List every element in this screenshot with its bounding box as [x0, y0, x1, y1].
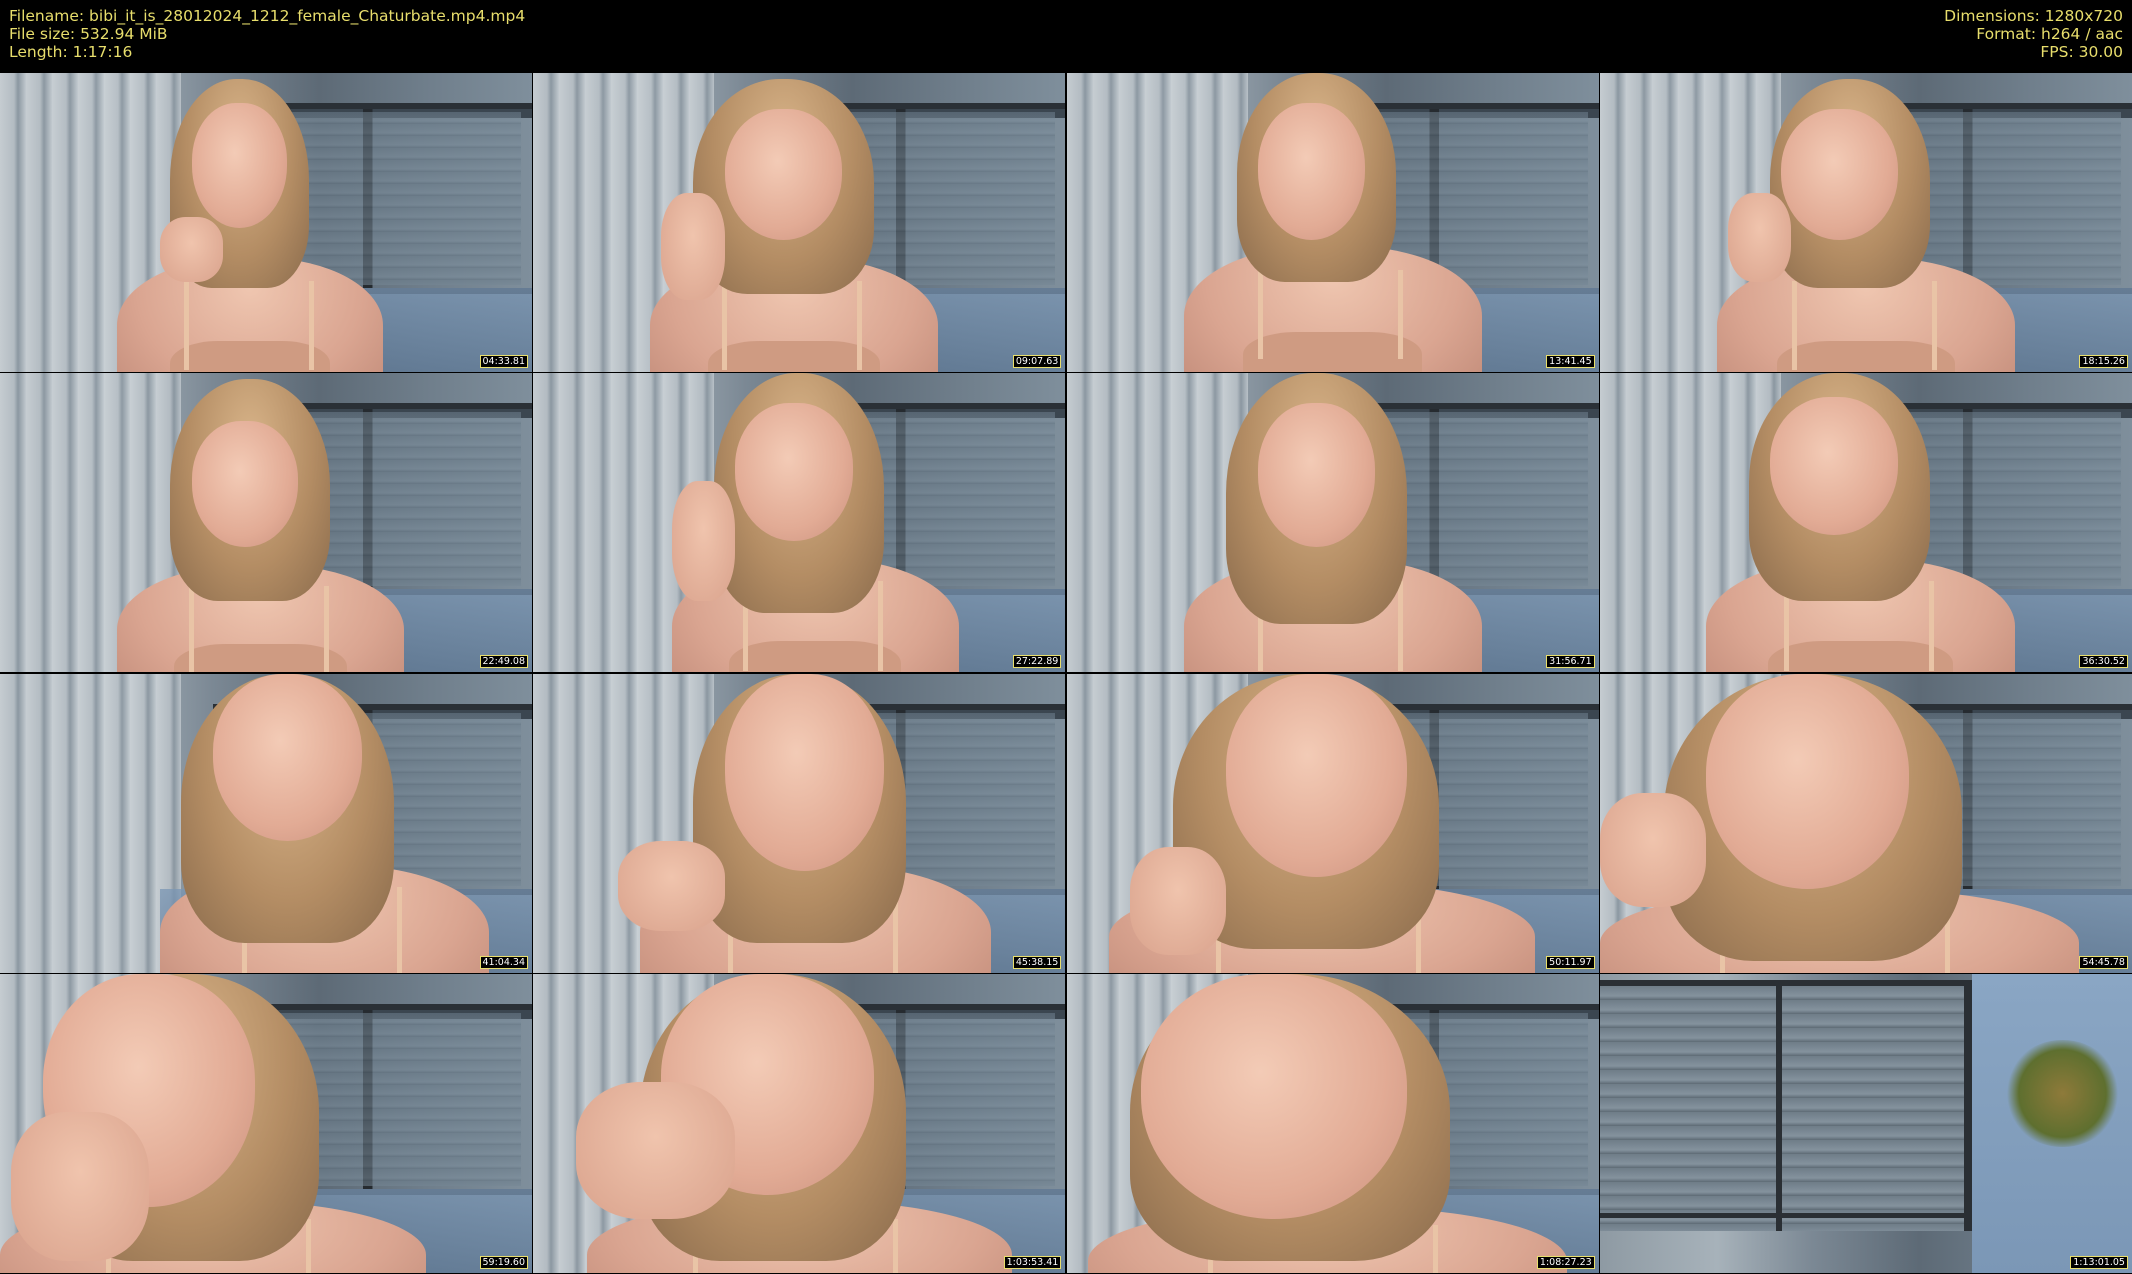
lace-top [1243, 331, 1423, 372]
person-face [1770, 397, 1898, 535]
window-frame [1599, 979, 1973, 1232]
window-sill [1599, 1213, 1973, 1219]
person-hand [1727, 192, 1792, 283]
video-thumbnail: 41:04.34 [0, 673, 532, 973]
file-info: Filename: bibi_it_is_28012024_1212_femal… [9, 7, 525, 61]
top-strap [1931, 280, 1937, 371]
timestamp-label: 54:45.78 [2079, 955, 2128, 969]
top-strap [722, 280, 728, 371]
person-face [724, 673, 885, 871]
lace-top [170, 340, 330, 372]
person-face [212, 673, 362, 842]
timestamp-label: 27:22.89 [1012, 655, 1062, 669]
video-info: Dimensions: 1280x720 Format: h264 / aac … [1944, 7, 2123, 61]
window-mullion [1775, 979, 1782, 1232]
fps-text: FPS: 30.00 [2040, 43, 2123, 61]
top-strap [1928, 581, 1934, 671]
lace-top [1768, 640, 1954, 673]
timestamp-label: 1:08:27.23 [1536, 1255, 1595, 1269]
top-strap [397, 887, 403, 973]
contact-sheet: Filename: bibi_it_is_28012024_1212_femal… [0, 0, 2132, 1274]
video-thumbnail: 45:38.15 [533, 673, 1066, 973]
format-text: Format: h264 / aac [1976, 25, 2123, 43]
top-strap [878, 581, 884, 671]
lace-top [174, 643, 347, 673]
video-thumbnail: 27:22.89 [533, 373, 1066, 673]
top-strap [308, 280, 314, 371]
lace-top [707, 340, 881, 372]
timestamp-label: 45:38.15 [1012, 955, 1062, 969]
lace-top [1776, 340, 1956, 372]
person-face [1706, 673, 1909, 889]
person-hand [618, 841, 725, 931]
timestamp-label: 18:15.26 [2079, 355, 2128, 368]
top-strap [1258, 269, 1264, 360]
filename-text: Filename: bibi_it_is_28012024_1212_femal… [9, 7, 526, 25]
timestamp-label: 41:04.34 [479, 955, 528, 969]
top-strap [188, 586, 194, 673]
video-thumbnail: 1:08:27.23 [1066, 973, 1599, 1273]
top-strap [857, 280, 863, 371]
top-strap [1398, 581, 1404, 671]
person-hand [575, 1081, 736, 1220]
video-thumbnail: 1:03:53.41 [533, 973, 1066, 1273]
person-face [1226, 673, 1408, 877]
video-thumbnail: 13:41.45 [1066, 73, 1599, 372]
video-thumbnail: 22:49.08 [0, 373, 532, 673]
timestamp-label: 1:03:53.41 [1003, 1255, 1062, 1269]
length-text: Length: 1:17:16 [9, 43, 133, 61]
top-strap [1398, 269, 1404, 360]
top-strap [1791, 280, 1797, 371]
person-hand [1599, 793, 1707, 907]
top-strap [892, 1219, 898, 1273]
video-thumbnail: 1:13:01.05 [1599, 973, 2132, 1273]
person-hand [1130, 847, 1227, 955]
top-strap [323, 586, 329, 673]
timestamp-label: 50:11.97 [1546, 955, 1595, 969]
filesize-text: File size: 532.94 MiB [9, 25, 168, 43]
video-thumbnail: 59:19.60 [0, 973, 532, 1273]
timestamp-label: 22:49.08 [479, 655, 528, 669]
thumbnail-grid: 04:33.81 09:07.63 13:41.45 18:15.26 22:49.08… [0, 73, 2132, 1274]
timestamp-label: 31:56.71 [1546, 655, 1595, 669]
lace-top [729, 640, 902, 673]
top-strap [183, 280, 189, 371]
timestamp-label: 36:30.52 [2079, 655, 2128, 669]
top-strap [306, 1219, 312, 1273]
person-face [191, 102, 288, 229]
timestamp-label: 13:41.45 [1546, 355, 1595, 368]
plant [2004, 1039, 2122, 1148]
video-thumbnail: 54:45.78 [1599, 673, 2132, 973]
person-face [724, 108, 842, 241]
video-thumbnail: 18:15.26 [1599, 73, 2132, 372]
video-thumbnail: 04:33.81 [0, 73, 532, 372]
person-face [191, 421, 298, 547]
video-thumbnail: 36:30.52 [1599, 373, 2132, 673]
person-hand [159, 216, 224, 283]
person-face [1258, 102, 1365, 241]
timestamp-label: 1:13:01.05 [2070, 1255, 2128, 1269]
video-thumbnail: 50:11.97 [1066, 673, 1599, 973]
person-face [1780, 108, 1898, 241]
top-strap [1432, 1225, 1438, 1273]
person-face [1258, 403, 1376, 547]
info-header: Filename: bibi_it_is_28012024_1212_femal… [0, 0, 2132, 73]
person-face [735, 403, 853, 541]
video-thumbnail: 09:07.63 [533, 73, 1066, 372]
person-hand [671, 480, 736, 601]
person-face [1141, 973, 1408, 1220]
window-blinds [0, 673, 181, 973]
timestamp-label: 04:33.81 [479, 355, 528, 368]
dimensions-text: Dimensions: 1280x720 [1944, 7, 2123, 25]
person-hand [661, 192, 725, 301]
timestamp-label: 59:19.60 [479, 1255, 528, 1269]
timestamp-label: 09:07.63 [1012, 355, 1062, 368]
person-hand [10, 1111, 149, 1262]
video-thumbnail: 31:56.71 [1066, 373, 1599, 673]
